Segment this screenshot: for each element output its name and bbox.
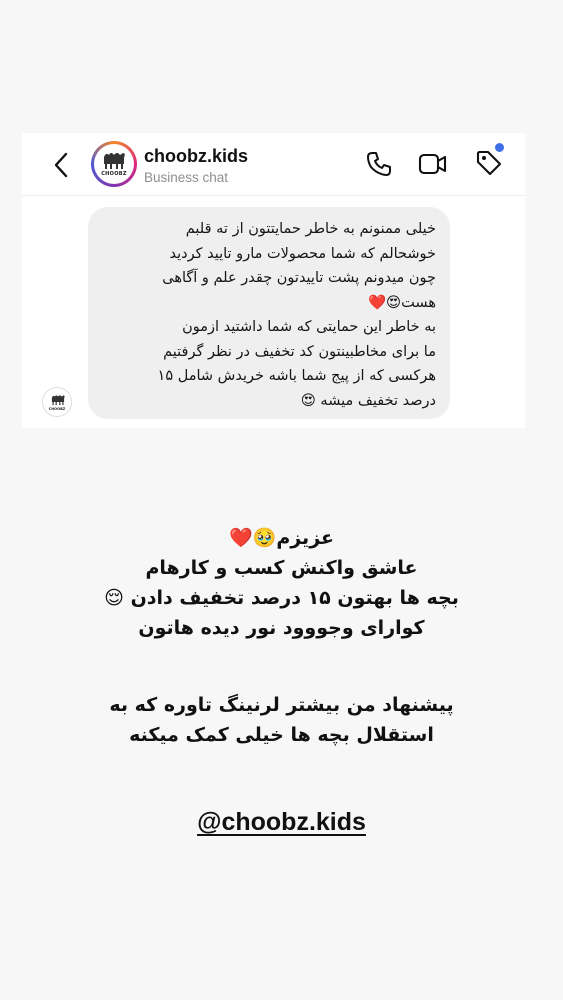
message-bubble[interactable]: خیلی ممنونم به خاطر حمایتتون از ته قلبم … bbox=[88, 207, 450, 419]
camel-logo-icon bbox=[104, 153, 125, 169]
message-line: چون میدونم پشت تاییدتون چقدر علم و آگاهی bbox=[162, 270, 436, 286]
chat-username[interactable]: choobz.kids bbox=[144, 146, 248, 167]
chat-header: CHOOBZ choobz.kids Business chat bbox=[22, 133, 525, 196]
mention-sticker[interactable]: @choobz.kids bbox=[0, 808, 563, 837]
caption-line: پیشنهاد من بیشتر لرنینگ تاوره که به bbox=[109, 694, 454, 716]
video-call-button[interactable] bbox=[418, 151, 448, 177]
camel-logo-icon bbox=[51, 395, 65, 406]
label-button[interactable] bbox=[474, 148, 504, 178]
sender-avatar[interactable]: CHOOBZ bbox=[42, 387, 72, 417]
phone-icon bbox=[367, 152, 391, 176]
caption-line: عاشق واکنش کسب و کارهام bbox=[145, 557, 418, 579]
sender-avatar-label: CHOOBZ bbox=[48, 407, 66, 411]
profile-avatar[interactable]: CHOOBZ bbox=[91, 141, 137, 187]
tag-icon bbox=[476, 150, 502, 176]
caption-line: استقلال بچه ها خیلی کمک میکنه bbox=[129, 724, 434, 746]
message-line: هرکسی که از پیج شما باشه خریدش شامل ۱۵ bbox=[157, 368, 436, 384]
chat-screenshot-card: CHOOBZ choobz.kids Business chat خیلی مم… bbox=[22, 133, 525, 428]
video-camera-icon bbox=[418, 153, 447, 175]
message-line: خیلی ممنونم به خاطر حمایتتون از ته قلبم bbox=[185, 221, 436, 237]
message-line: ما برای مخاطبینتون کد تخفیف در نظر گرفتی… bbox=[163, 343, 436, 360]
story-caption-suggestion: پیشنهاد من بیشتر لرنینگ تاوره که به استق… bbox=[30, 690, 533, 750]
caption-line: کوارای وجووود نور دیده هاتون bbox=[138, 617, 425, 639]
back-button[interactable] bbox=[50, 151, 74, 179]
chat-subtitle: Business chat bbox=[144, 170, 229, 185]
notification-dot bbox=[495, 143, 504, 152]
caption-line: عزیزم🥹❤️ bbox=[229, 527, 334, 549]
message-line: خوشحالم که شما محصولات مارو تایید کردید bbox=[169, 245, 436, 262]
message-line: به خاطر این حمایتی که شما داشتید ازمون bbox=[182, 319, 436, 335]
call-button[interactable] bbox=[365, 150, 393, 178]
caption-line: بچه ها بهتون ۱۵ درصد تخفیف دادن 😌 bbox=[104, 587, 459, 609]
avatar-label: CHOOBZ bbox=[101, 171, 127, 177]
message-line: درصد تخفیف میشه 😍 bbox=[300, 392, 436, 409]
chevron-left-icon bbox=[54, 152, 68, 178]
story-caption: عزیزم🥹❤️ عاشق واکنش کسب و کارهام بچه ها … bbox=[30, 523, 533, 643]
mention-text[interactable]: @choobz.kids bbox=[197, 808, 366, 836]
message-line: هست😍❤️ bbox=[368, 294, 436, 311]
